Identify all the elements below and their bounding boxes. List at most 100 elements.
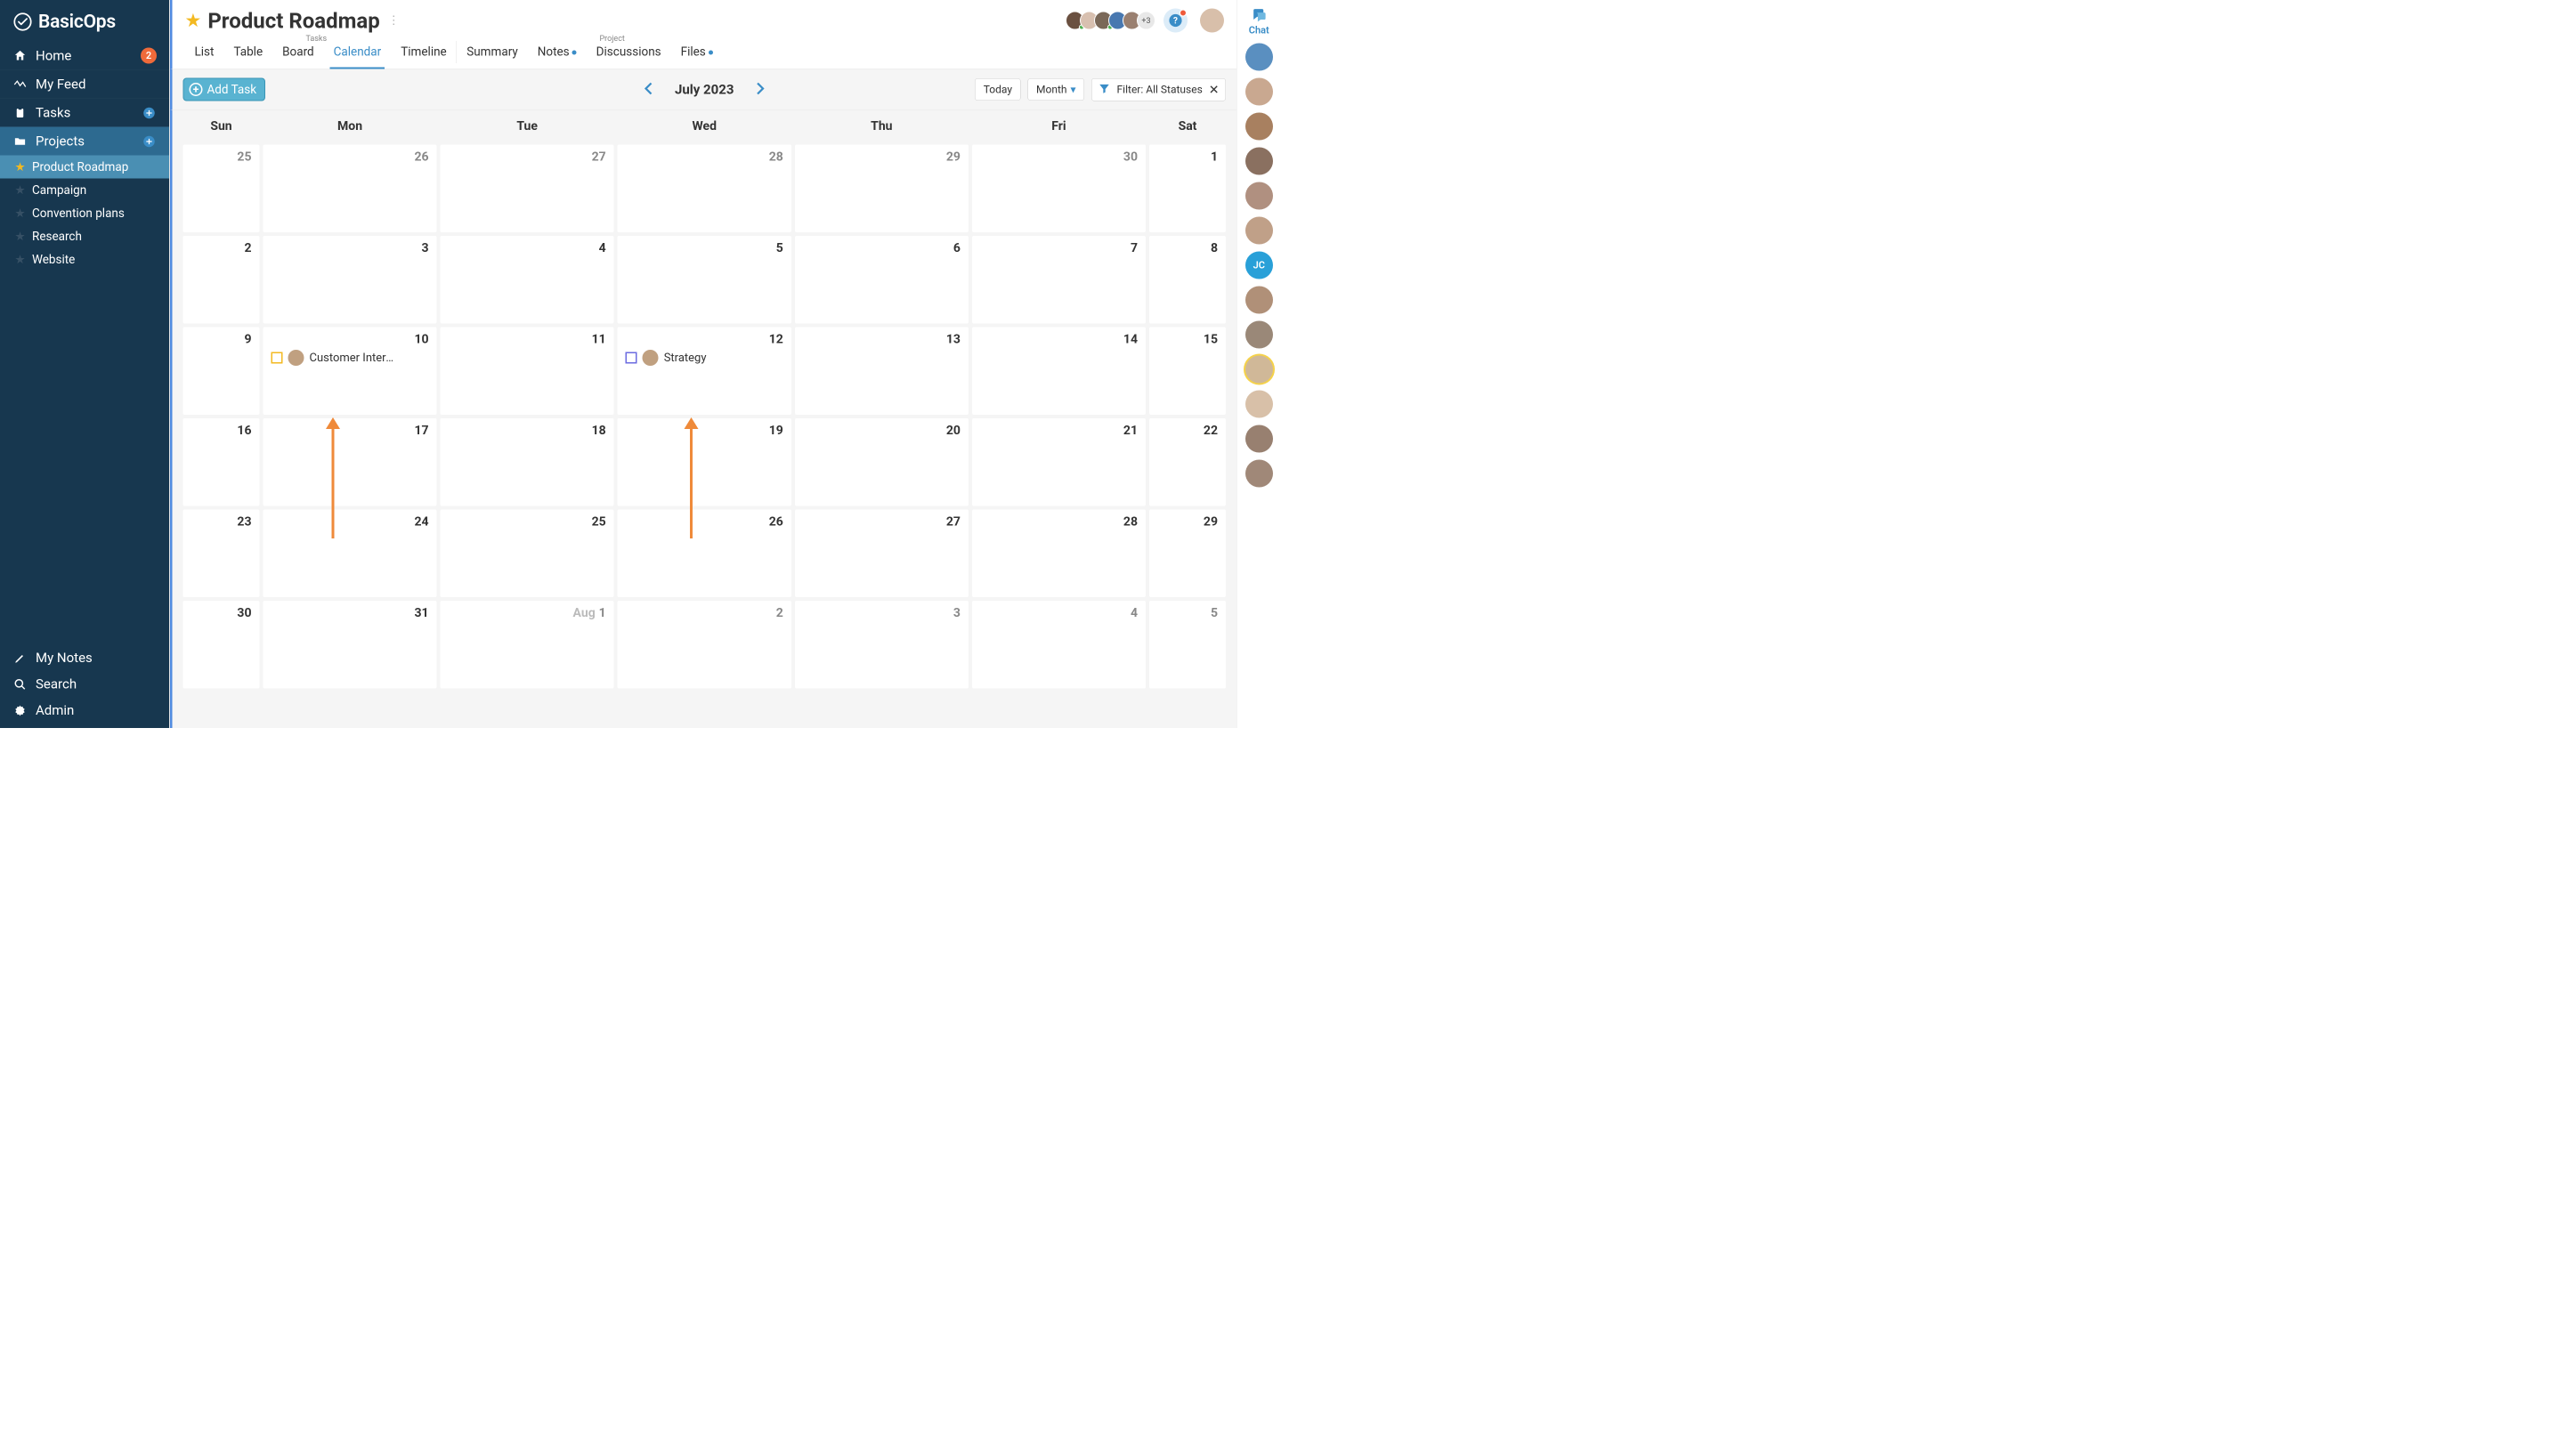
help-button[interactable]: ? <box>1163 9 1188 33</box>
tab-discussions[interactable]: Discussions <box>587 36 671 69</box>
nav-search[interactable]: Search <box>0 671 169 698</box>
chat-toggle[interactable]: Chat <box>1249 6 1269 36</box>
filter-button[interactable]: Filter: All Statuses ✕ <box>1091 78 1226 101</box>
day-number: 17 <box>415 423 429 438</box>
calendar-day-cell[interactable]: 30 <box>183 601 260 689</box>
calendar-day-cell[interactable]: 12 Strategy <box>618 328 791 416</box>
nav-home[interactable]: Home 2 <box>0 42 169 70</box>
nav-tasks[interactable]: Tasks <box>0 99 169 127</box>
add-task-icon[interactable] <box>142 106 157 119</box>
tab-table[interactable]: Table <box>223 36 272 69</box>
current-user-avatar[interactable] <box>1200 9 1224 33</box>
calendar-day-cell[interactable]: 20 <box>795 418 969 506</box>
calendar-day-cell[interactable]: 2 <box>183 236 260 324</box>
tab-list[interactable]: List <box>185 36 224 69</box>
calendar-day-cell[interactable]: 26 <box>618 510 791 598</box>
calendar-day-cell[interactable]: 29 <box>1149 510 1226 598</box>
calendar-day-cell[interactable]: 30 <box>972 145 1146 233</box>
calendar-day-cell[interactable]: 19 <box>618 418 791 506</box>
tab-board[interactable]: Board <box>272 36 324 69</box>
tab-calendar[interactable]: Calendar <box>324 36 392 69</box>
calendar-day-cell[interactable]: 21 <box>972 418 1146 506</box>
chat-contact-avatar[interactable] <box>1245 287 1273 314</box>
chat-contact-avatar[interactable] <box>1245 321 1273 349</box>
star-icon: ★ <box>14 160 26 174</box>
calendar-day-cell[interactable]: 13 <box>795 328 969 416</box>
calendar-day-cell[interactable]: 6 <box>795 236 969 324</box>
calendar-day-cell[interactable]: 27 <box>441 145 614 233</box>
tab-notes[interactable]: Notes <box>528 36 587 69</box>
calendar-day-cell[interactable]: 25 <box>441 510 614 598</box>
chat-contact-avatar[interactable] <box>1245 460 1273 488</box>
calendar-day-cell[interactable]: 5 <box>618 236 791 324</box>
calendar-day-cell[interactable]: 23 <box>183 510 260 598</box>
calendar-day-cell[interactable]: 28 <box>618 145 791 233</box>
chat-contact-avatar[interactable] <box>1245 182 1273 210</box>
chat-contact-avatar[interactable]: JC <box>1245 252 1273 279</box>
logo-row[interactable]: BasicOps <box>0 0 169 42</box>
sidebar-project-item[interactable]: ★Product Roadmap <box>0 156 169 179</box>
nav-admin[interactable]: Admin <box>0 698 169 724</box>
sidebar-project-item[interactable]: ★Campaign <box>0 179 169 202</box>
calendar-day-cell[interactable]: 28 <box>972 510 1146 598</box>
calendar-day-cell[interactable]: 26 <box>263 145 437 233</box>
calendar-day-cell[interactable]: 3 <box>795 601 969 689</box>
chat-contact-avatar[interactable] <box>1245 113 1273 141</box>
calendar-task[interactable]: Strategy <box>626 350 783 366</box>
chat-contact-avatar[interactable] <box>1245 44 1273 71</box>
view-mode-dropdown[interactable]: Month ▾ <box>1028 78 1085 101</box>
prev-month-button[interactable] <box>641 81 657 99</box>
member-avatar-more[interactable]: +3 <box>1137 12 1155 30</box>
calendar-day-cell[interactable]: 16 <box>183 418 260 506</box>
filter-clear-icon[interactable]: ✕ <box>1209 82 1220 97</box>
chat-contact-avatar[interactable] <box>1245 217 1273 245</box>
tab-files[interactable]: Files <box>671 36 723 69</box>
today-button[interactable]: Today <box>975 78 1020 101</box>
chat-contact-avatar[interactable] <box>1245 425 1273 453</box>
tab-summary[interactable]: Summary <box>457 36 528 69</box>
add-task-button[interactable]: + Add Task <box>183 78 266 101</box>
member-avatars[interactable]: +3 <box>1070 12 1155 30</box>
sidebar-project-item[interactable]: ★Convention plans <box>0 202 169 225</box>
add-project-icon[interactable] <box>142 134 157 148</box>
sidebar-project-item[interactable]: ★Website <box>0 248 169 271</box>
task-checkbox-icon[interactable] <box>272 352 283 364</box>
calendar-day-cell[interactable]: 18 <box>441 418 614 506</box>
favorite-star-icon[interactable]: ★ <box>185 10 202 32</box>
calendar-task[interactable]: Customer Intera… <box>272 350 429 366</box>
chat-contact-avatar[interactable] <box>1245 148 1273 175</box>
calendar-day-cell[interactable]: 31 <box>263 601 437 689</box>
calendar-day-cell[interactable]: 8 <box>1149 236 1226 324</box>
calendar-day-cell[interactable]: 14 <box>972 328 1146 416</box>
chat-contact-avatar[interactable] <box>1245 356 1273 384</box>
calendar-day-cell[interactable]: 5 <box>1149 601 1226 689</box>
calendar-day-cell[interactable]: 11 <box>441 328 614 416</box>
calendar-day-cell[interactable]: 4 <box>441 236 614 324</box>
calendar-day-cell[interactable]: 24 <box>263 510 437 598</box>
calendar-day-cell[interactable]: 4 <box>972 601 1146 689</box>
calendar-day-cell[interactable]: 29 <box>795 145 969 233</box>
nav-projects[interactable]: Projects <box>0 127 169 156</box>
calendar-day-cell[interactable]: 27 <box>795 510 969 598</box>
calendar-day-cell[interactable]: 10 Customer Intera… <box>263 328 437 416</box>
calendar-day-cell[interactable]: 17 <box>263 418 437 506</box>
calendar-day-cell[interactable]: 1 <box>1149 145 1226 233</box>
next-month-button[interactable] <box>751 81 767 99</box>
calendar-day-cell[interactable]: 15 <box>1149 328 1226 416</box>
calendar-day-cell[interactable]: 22 <box>1149 418 1226 506</box>
calendar-day-cell[interactable]: 7 <box>972 236 1146 324</box>
nav-feed[interactable]: My Feed <box>0 70 169 99</box>
calendar-day-cell[interactable]: 25 <box>183 145 260 233</box>
sidebar-project-item[interactable]: ★Research <box>0 225 169 248</box>
task-checkbox-icon[interactable] <box>626 352 637 364</box>
chat-contact-avatar[interactable] <box>1245 78 1273 106</box>
more-menu-icon[interactable]: ⋮ <box>388 14 401 28</box>
calendar-day-cell[interactable]: Aug1 <box>441 601 614 689</box>
tab-timeline[interactable]: Timeline <box>391 36 457 69</box>
nav-mynotes[interactable]: My Notes <box>0 645 169 672</box>
day-number: 4 <box>599 240 606 255</box>
calendar-day-cell[interactable]: 3 <box>263 236 437 324</box>
calendar-day-cell[interactable]: 2 <box>618 601 791 689</box>
calendar-day-cell[interactable]: 9 <box>183 328 260 416</box>
chat-contact-avatar[interactable] <box>1245 391 1273 418</box>
